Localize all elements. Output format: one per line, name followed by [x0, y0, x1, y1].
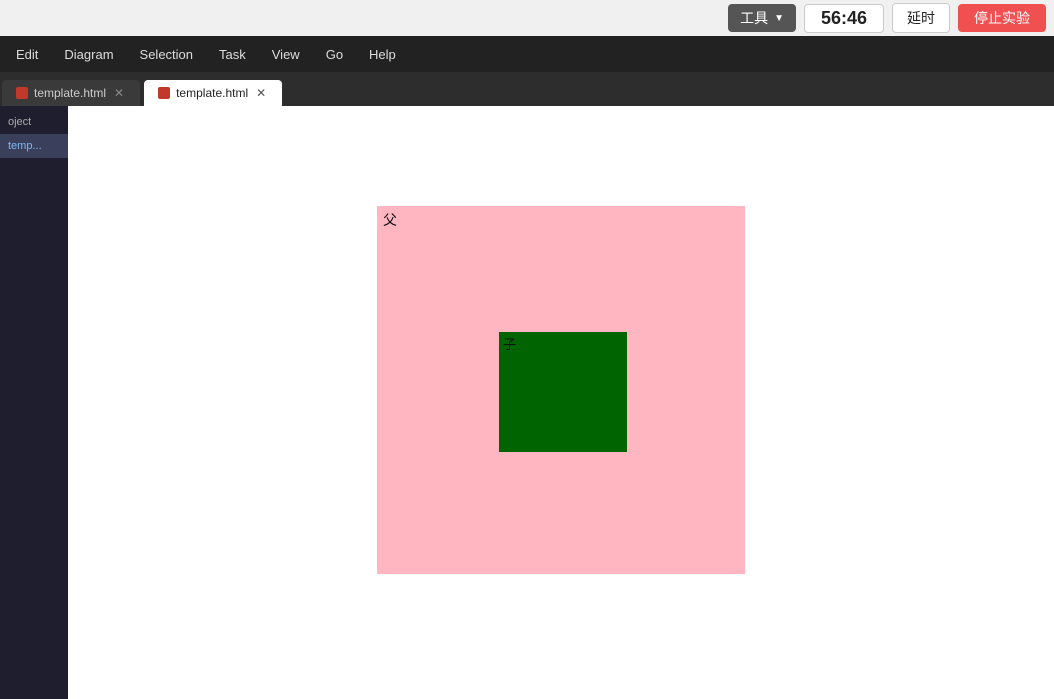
tab-1[interactable]: template.html ✕: [2, 80, 140, 106]
tab-close-1[interactable]: ✕: [112, 86, 126, 100]
sidebar-item-project[interactable]: oject: [0, 110, 68, 134]
menu-task[interactable]: Task: [207, 43, 258, 66]
top-bar: 工具 ▼ 56:46 延时 停止实验: [0, 0, 1054, 36]
editor-area: 父 子: [68, 106, 1054, 699]
parent-label: 父: [383, 210, 397, 230]
tab-2[interactable]: template.html ✕: [144, 80, 282, 106]
menu-help[interactable]: Help: [357, 43, 408, 66]
tab-icon-2: [158, 87, 170, 99]
menu-selection[interactable]: Selection: [128, 43, 205, 66]
timer-display: 56:46: [804, 4, 884, 33]
main-layout: oject temp... 父 子: [0, 106, 1054, 699]
child-label: 子: [503, 334, 516, 353]
tab-label-1: template.html: [34, 86, 106, 100]
menu-go[interactable]: Go: [314, 43, 355, 66]
menu-edit[interactable]: Edit: [4, 43, 50, 66]
menu-diagram[interactable]: Diagram: [52, 43, 125, 66]
child-box[interactable]: 子: [499, 332, 627, 452]
tab-bar: template.html ✕ template.html ✕: [0, 72, 1054, 106]
tab-icon-1: [16, 87, 28, 99]
menu-bar: Edit Diagram Selection Task View Go Help: [0, 36, 1054, 72]
sidebar-item-temp[interactable]: temp...: [0, 134, 68, 158]
stop-button[interactable]: 停止实验: [958, 4, 1046, 32]
tab-label-2: template.html: [176, 86, 248, 100]
chevron-down-icon: ▼: [774, 13, 784, 24]
menu-view[interactable]: View: [260, 43, 312, 66]
tools-label: 工具: [740, 8, 768, 28]
parent-box[interactable]: 父 子: [377, 206, 745, 574]
tools-button[interactable]: 工具 ▼: [728, 4, 796, 32]
sidebar: oject temp...: [0, 106, 68, 699]
canvas-preview: 父 子: [377, 206, 745, 574]
tab-close-2[interactable]: ✕: [254, 86, 268, 100]
extend-button[interactable]: 延时: [892, 3, 950, 33]
